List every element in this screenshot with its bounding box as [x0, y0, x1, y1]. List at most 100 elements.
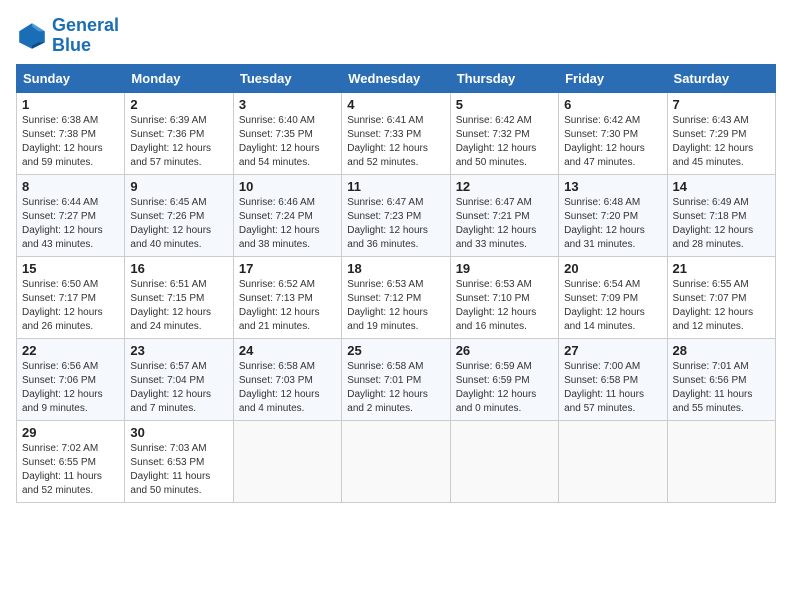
day-number: 5	[456, 97, 553, 112]
calendar-week-1: 1Sunrise: 6:38 AM Sunset: 7:38 PM Daylig…	[17, 92, 776, 174]
logo-icon	[16, 20, 48, 52]
calendar-cell: 13 Sunrise: 6:48 AM Sunset: 7:20 PM Dayli…	[559, 174, 667, 256]
day-info: Sunrise: 6:42 AM Sunset: 7:30 PM Dayligh…	[564, 114, 661, 170]
day-number: 9	[130, 179, 227, 194]
calendar-cell: 16 Sunrise: 6:51 AM Sunset: 7:15 PM Dayli…	[125, 256, 233, 338]
weekday-header-wednesday: Wednesday	[342, 64, 450, 92]
calendar-cell: 15 Sunrise: 6:50 AM Sunset: 7:17 PM Dayli…	[17, 256, 125, 338]
day-info: Sunrise: 6:54 AM Sunset: 7:09 PM Dayligh…	[564, 278, 661, 334]
day-number: 3	[239, 97, 336, 112]
calendar-cell: 20 Sunrise: 6:54 AM Sunset: 7:09 PM Dayli…	[559, 256, 667, 338]
calendar-week-2: 8 Sunrise: 6:44 AM Sunset: 7:27 PM Daylig…	[17, 174, 776, 256]
calendar-table: SundayMondayTuesdayWednesdayThursdayFrid…	[16, 64, 776, 503]
weekday-header-tuesday: Tuesday	[233, 64, 341, 92]
day-info: Sunrise: 6:51 AM Sunset: 7:15 PM Dayligh…	[130, 278, 227, 334]
day-number: 20	[564, 261, 661, 276]
calendar-body: 1Sunrise: 6:38 AM Sunset: 7:38 PM Daylig…	[17, 92, 776, 502]
day-info: Sunrise: 7:01 AM Sunset: 6:56 PM Dayligh…	[673, 360, 770, 416]
day-number: 15	[22, 261, 119, 276]
calendar-cell	[233, 420, 341, 502]
calendar-cell: 27 Sunrise: 7:00 AM Sunset: 6:58 PM Dayli…	[559, 338, 667, 420]
calendar-cell: 26 Sunrise: 6:59 AM Sunset: 6:59 PM Dayli…	[450, 338, 558, 420]
day-number: 25	[347, 343, 444, 358]
day-info: Sunrise: 6:41 AM Sunset: 7:33 PM Dayligh…	[347, 114, 444, 170]
weekday-header-friday: Friday	[559, 64, 667, 92]
calendar-cell	[667, 420, 775, 502]
weekday-header-sunday: Sunday	[17, 64, 125, 92]
day-info: Sunrise: 6:59 AM Sunset: 6:59 PM Dayligh…	[456, 360, 553, 416]
day-number: 19	[456, 261, 553, 276]
day-number: 16	[130, 261, 227, 276]
calendar-cell: 23Sunrise: 6:57 AM Sunset: 7:04 PM Dayli…	[125, 338, 233, 420]
day-info: Sunrise: 6:46 AM Sunset: 7:24 PM Dayligh…	[239, 196, 336, 252]
calendar-cell: 12 Sunrise: 6:47 AM Sunset: 7:21 PM Dayli…	[450, 174, 558, 256]
calendar-cell: 7 Sunrise: 6:43 AM Sunset: 7:29 PM Daylig…	[667, 92, 775, 174]
calendar-cell	[342, 420, 450, 502]
day-number: 21	[673, 261, 770, 276]
day-number: 24	[239, 343, 336, 358]
day-number: 7	[673, 97, 770, 112]
day-info: Sunrise: 6:52 AM Sunset: 7:13 PM Dayligh…	[239, 278, 336, 334]
day-number: 26	[456, 343, 553, 358]
calendar-cell: 29 Sunrise: 7:02 AM Sunset: 6:55 PM Dayli…	[17, 420, 125, 502]
calendar-cell: 21 Sunrise: 6:55 AM Sunset: 7:07 PM Dayli…	[667, 256, 775, 338]
calendar-cell: 19 Sunrise: 6:53 AM Sunset: 7:10 PM Dayli…	[450, 256, 558, 338]
day-number: 12	[456, 179, 553, 194]
calendar-cell: 25Sunrise: 6:58 AM Sunset: 7:01 PM Dayli…	[342, 338, 450, 420]
day-number: 6	[564, 97, 661, 112]
calendar-week-4: 22 Sunrise: 6:56 AM Sunset: 7:06 PM Dayli…	[17, 338, 776, 420]
calendar-cell: 9 Sunrise: 6:45 AM Sunset: 7:26 PM Daylig…	[125, 174, 233, 256]
day-number: 30	[130, 425, 227, 440]
calendar-cell: 30 Sunrise: 7:03 AM Sunset: 6:53 PM Dayli…	[125, 420, 233, 502]
day-info: Sunrise: 6:58 AM Sunset: 7:03 PM Dayligh…	[239, 360, 336, 416]
day-number: 10	[239, 179, 336, 194]
weekday-header-saturday: Saturday	[667, 64, 775, 92]
day-info: Sunrise: 6:53 AM Sunset: 7:12 PM Dayligh…	[347, 278, 444, 334]
day-number: 28	[673, 343, 770, 358]
calendar-cell: 2 Sunrise: 6:39 AM Sunset: 7:36 PM Daylig…	[125, 92, 233, 174]
weekday-header-monday: Monday	[125, 64, 233, 92]
calendar-week-5: 29 Sunrise: 7:02 AM Sunset: 6:55 PM Dayli…	[17, 420, 776, 502]
day-number: 29	[22, 425, 119, 440]
day-number: 17	[239, 261, 336, 276]
day-info: Sunrise: 6:56 AM Sunset: 7:06 PM Dayligh…	[22, 360, 119, 416]
calendar-header: SundayMondayTuesdayWednesdayThursdayFrid…	[17, 64, 776, 92]
day-info: Sunrise: 7:00 AM Sunset: 6:58 PM Dayligh…	[564, 360, 661, 416]
day-number: 18	[347, 261, 444, 276]
day-number: 22	[22, 343, 119, 358]
calendar-cell: 8 Sunrise: 6:44 AM Sunset: 7:27 PM Daylig…	[17, 174, 125, 256]
calendar-cell: 22 Sunrise: 6:56 AM Sunset: 7:06 PM Dayli…	[17, 338, 125, 420]
day-info: Sunrise: 6:45 AM Sunset: 7:26 PM Dayligh…	[130, 196, 227, 252]
calendar-cell: 17 Sunrise: 6:52 AM Sunset: 7:13 PM Dayli…	[233, 256, 341, 338]
calendar-cell: 18 Sunrise: 6:53 AM Sunset: 7:12 PM Dayli…	[342, 256, 450, 338]
day-number: 27	[564, 343, 661, 358]
calendar-week-3: 15 Sunrise: 6:50 AM Sunset: 7:17 PM Dayli…	[17, 256, 776, 338]
day-info: Sunrise: 6:53 AM Sunset: 7:10 PM Dayligh…	[456, 278, 553, 334]
day-info: Sunrise: 6:42 AM Sunset: 7:32 PM Dayligh…	[456, 114, 553, 170]
day-info: Sunrise: 7:03 AM Sunset: 6:53 PM Dayligh…	[130, 442, 227, 498]
calendar-cell: 14Sunrise: 6:49 AM Sunset: 7:18 PM Dayli…	[667, 174, 775, 256]
calendar-cell: 3 Sunrise: 6:40 AM Sunset: 7:35 PM Daylig…	[233, 92, 341, 174]
day-number: 23	[130, 343, 227, 358]
day-number: 13	[564, 179, 661, 194]
day-info: Sunrise: 6:40 AM Sunset: 7:35 PM Dayligh…	[239, 114, 336, 170]
calendar-cell	[450, 420, 558, 502]
day-number: 1	[22, 97, 119, 112]
day-info: Sunrise: 6:50 AM Sunset: 7:17 PM Dayligh…	[22, 278, 119, 334]
calendar-cell	[559, 420, 667, 502]
day-info: Sunrise: 6:39 AM Sunset: 7:36 PM Dayligh…	[130, 114, 227, 170]
calendar-cell: 24 Sunrise: 6:58 AM Sunset: 7:03 PM Dayli…	[233, 338, 341, 420]
day-number: 8	[22, 179, 119, 194]
calendar-cell: 1Sunrise: 6:38 AM Sunset: 7:38 PM Daylig…	[17, 92, 125, 174]
day-info: Sunrise: 7:02 AM Sunset: 6:55 PM Dayligh…	[22, 442, 119, 498]
calendar-cell: 10 Sunrise: 6:46 AM Sunset: 7:24 PM Dayli…	[233, 174, 341, 256]
day-info: Sunrise: 6:43 AM Sunset: 7:29 PM Dayligh…	[673, 114, 770, 170]
day-info: Sunrise: 6:55 AM Sunset: 7:07 PM Dayligh…	[673, 278, 770, 334]
day-info: Sunrise: 6:47 AM Sunset: 7:21 PM Dayligh…	[456, 196, 553, 252]
calendar-cell: 11Sunrise: 6:47 AM Sunset: 7:23 PM Dayli…	[342, 174, 450, 256]
day-info: Sunrise: 6:44 AM Sunset: 7:27 PM Dayligh…	[22, 196, 119, 252]
day-number: 2	[130, 97, 227, 112]
day-number: 14	[673, 179, 770, 194]
day-info: Sunrise: 6:48 AM Sunset: 7:20 PM Dayligh…	[564, 196, 661, 252]
calendar-cell: 28 Sunrise: 7:01 AM Sunset: 6:56 PM Dayli…	[667, 338, 775, 420]
